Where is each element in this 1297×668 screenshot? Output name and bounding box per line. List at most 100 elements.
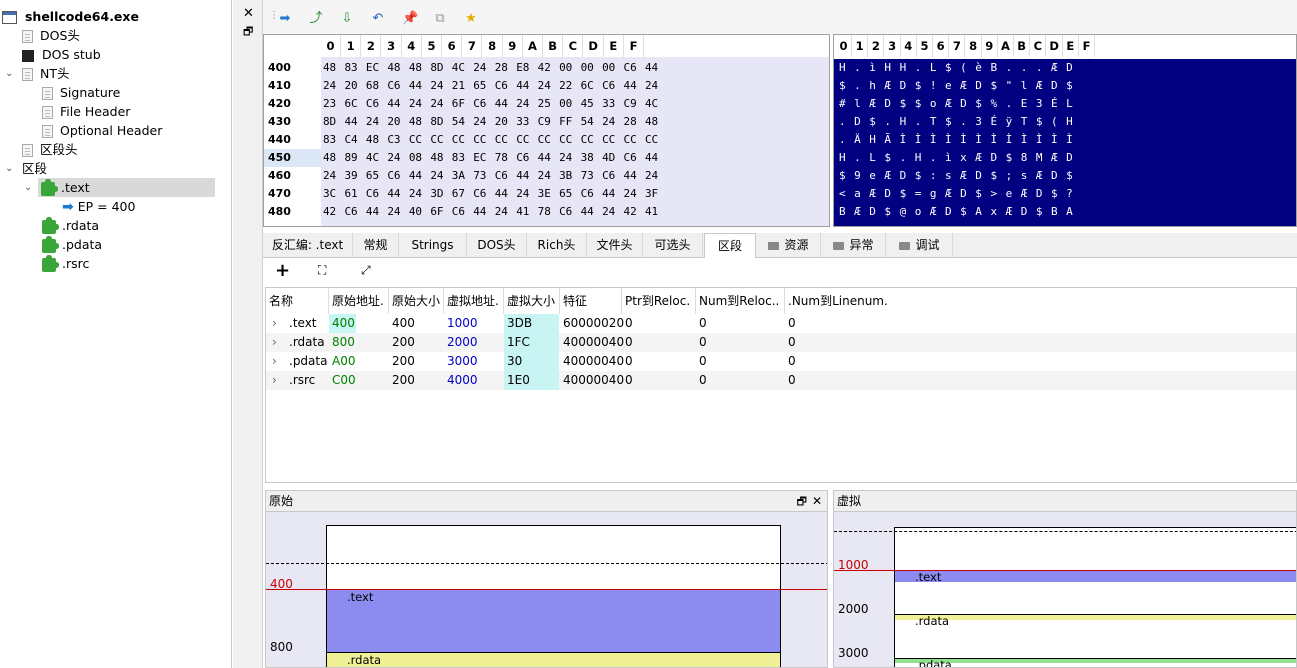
- tab-file-header[interactable]: 文件头: [587, 233, 643, 258]
- hex-address[interactable]: 480: [264, 203, 320, 221]
- tab-strings[interactable]: Strings: [399, 233, 467, 258]
- tab-label: 异常: [849, 238, 874, 252]
- chevron-right-icon[interactable]: ›: [269, 371, 277, 390]
- table-row[interactable]: › .rdata 800 200 2000 1FC 40000040 0 0 0: [266, 333, 1296, 352]
- tab-general[interactable]: 常规: [353, 233, 399, 258]
- hex-address[interactable]: 440: [264, 131, 320, 149]
- hex-address[interactable]: 450: [264, 149, 320, 167]
- copy-icon[interactable]: ⧉: [433, 12, 447, 26]
- tab-sections[interactable]: 区段: [704, 233, 756, 259]
- chevron-down-icon[interactable]: ⌄: [5, 68, 13, 79]
- col-header-raw-address[interactable]: 原始地址.: [329, 288, 389, 314]
- col-header-ptr-reloc[interactable]: Ptr到Reloc.: [622, 288, 696, 314]
- tree-structure-icon[interactable]: ⛶: [318, 263, 326, 278]
- ascii-text[interactable]: $ 9 e Æ D $ : s Æ D $ ; s Æ D $: [839, 167, 1073, 185]
- ascii-text[interactable]: . D $ . H . T $ . 3 É ÿ T $ ( H: [839, 113, 1073, 131]
- col-header-characteristics[interactable]: 特征: [560, 288, 622, 314]
- table-row[interactable]: › .text 400 400 1000 3DB 60000020 0 0 0: [266, 314, 1296, 333]
- raw-rdata-block[interactable]: [327, 652, 780, 667]
- tree-item-rsrc-section[interactable]: .rsrc: [42, 254, 89, 273]
- restore-window-icon[interactable]: 🗗: [797, 491, 807, 512]
- hex-bytes[interactable]: 48 83 EC 48 48 8D 4C 24 28 E8 42 00 00 0…: [323, 59, 658, 77]
- hex-address[interactable]: 400: [264, 59, 320, 77]
- raw-text-block[interactable]: [327, 589, 780, 652]
- tree-item-label: 区段头: [40, 142, 78, 157]
- undo-icon[interactable]: ↶: [371, 12, 385, 26]
- add-icon[interactable]: +: [275, 260, 290, 281]
- tree-item-rdata-section[interactable]: .rdata: [42, 216, 99, 235]
- ascii-column-label: 2: [868, 35, 885, 57]
- table-cell-raw-addr: 800: [332, 335, 355, 349]
- tree-item-dos-header[interactable]: DOS头: [22, 26, 80, 45]
- ascii-text[interactable]: . Ä H Ã Ì Ì Ì Ì Ì Ì Ì Ì Ì Ì Ì Ì: [839, 131, 1073, 149]
- tab-resources[interactable]: 资源: [757, 233, 821, 258]
- jump-to-icon[interactable]: ⤴: [309, 12, 323, 26]
- close-icon[interactable]: ✕: [243, 6, 254, 21]
- forward-arrow-icon[interactable]: ➡: [278, 12, 292, 26]
- col-header-name[interactable]: 名称: [266, 288, 329, 314]
- tree-item-file-header[interactable]: File Header: [42, 102, 130, 121]
- hex-address[interactable]: 470: [264, 185, 320, 203]
- chevron-right-icon[interactable]: ›: [269, 314, 277, 333]
- sections-toolbar: + ⛶ ⤢: [263, 258, 1297, 284]
- tab-optional-header[interactable]: 可选头: [643, 233, 703, 258]
- hex-bytes[interactable]: 42 C6 44 24 40 6F C6 44 24 41 78 C6 44 2…: [323, 203, 658, 221]
- tree-item-text-section[interactable]: .text: [38, 178, 215, 197]
- hex-bytes[interactable]: 8D 44 24 20 48 8D 54 24 20 33 C9 FF 54 2…: [323, 113, 658, 131]
- ascii-view[interactable]: 0123456789ABCDEF H . ì H H . L $ ( è B .…: [833, 34, 1297, 227]
- ascii-text[interactable]: B Æ D $ @ o Æ D $ A x Æ D $ B A: [839, 203, 1073, 221]
- hex-address[interactable]: 420: [264, 95, 320, 113]
- tree-item-dos-stub[interactable]: DOS stub: [22, 45, 101, 64]
- pin-icon[interactable]: 📌: [402, 12, 418, 26]
- tab-debug[interactable]: 调试: [887, 233, 953, 258]
- tree-item-sections[interactable]: 区段: [22, 159, 47, 178]
- ascii-text[interactable]: < a Æ D $ = g Æ D $ > e Æ D $ ?: [839, 185, 1073, 203]
- chevron-down-icon[interactable]: ⌄: [5, 163, 13, 174]
- tree-item-optional-header[interactable]: Optional Header: [42, 121, 162, 140]
- virtual-text-block[interactable]: [895, 570, 1296, 582]
- tree-item-section-headers[interactable]: 区段头: [22, 140, 78, 159]
- ascii-text[interactable]: H . ì H H . L $ ( è B . . . Æ D: [839, 59, 1073, 77]
- chevron-right-icon[interactable]: ›: [269, 333, 277, 352]
- tree-item-entry-point[interactable]: ➡ EP = 400: [62, 197, 135, 216]
- star-icon[interactable]: ★: [464, 12, 478, 26]
- ascii-text[interactable]: # l Æ D $ $ o Æ D $ % . E 3 É L: [839, 95, 1073, 113]
- tree-item-label: .rdata: [62, 218, 100, 233]
- tab-disassembly[interactable]: 反汇编: .text: [263, 233, 353, 258]
- tab-rich-header[interactable]: Rich头: [527, 233, 587, 258]
- hex-bytes[interactable]: 24 20 68 C6 44 24 21 65 C6 44 24 22 6C C…: [323, 77, 658, 95]
- close-icon[interactable]: ✕: [812, 491, 822, 512]
- tab-dos-header[interactable]: DOS头: [467, 233, 527, 258]
- tab-exceptions[interactable]: 异常: [822, 233, 886, 258]
- chevron-right-icon[interactable]: ›: [269, 352, 277, 371]
- hex-address[interactable]: 410: [264, 77, 320, 95]
- hex-column-label: 6: [442, 35, 463, 57]
- hex-bytes[interactable]: 24 39 65 C6 44 24 3A 73 C6 44 24 3B 73 C…: [323, 167, 658, 185]
- virtual-pane-header: 虚拟: [834, 491, 1296, 512]
- chevron-down-icon[interactable]: ⌄: [24, 182, 32, 193]
- col-header-raw-size[interactable]: 原始大小: [389, 288, 444, 314]
- hex-bytes[interactable]: 48 89 4C 24 08 48 83 EC 78 C6 44 24 38 4…: [323, 149, 658, 167]
- hex-bytes[interactable]: 23 6C C6 44 24 24 6F C6 44 24 25 00 45 3…: [323, 95, 658, 113]
- hex-address[interactable]: 460: [264, 167, 320, 185]
- hex-bytes[interactable]: 3C 61 C6 44 24 3D 67 C6 44 24 3E 65 C6 4…: [323, 185, 658, 203]
- table-row[interactable]: › .pdata A00 200 3000 30 40000040 0 0 0: [266, 352, 1296, 371]
- hex-view[interactable]: 0123456789ABCDEF 400 48 83 EC 48 48 8D 4C…: [263, 34, 830, 227]
- tree-root[interactable]: shellcode64.exe: [2, 7, 139, 26]
- tree-item-pdata-section[interactable]: .pdata: [42, 235, 102, 254]
- hex-bytes[interactable]: 83 C4 48 C3 CC CC CC CC CC CC CC CC CC C…: [323, 131, 658, 149]
- table-cell-name: .pdata: [289, 354, 328, 368]
- export-icon[interactable]: ⇩: [340, 12, 354, 26]
- expand-icon[interactable]: ⤢: [361, 263, 371, 278]
- restore-window-icon[interactable]: 🗗: [243, 23, 253, 42]
- hex-address[interactable]: 430: [264, 113, 320, 131]
- col-header-virtual-address[interactable]: 虚拟地址.: [444, 288, 504, 314]
- col-header-virtual-size[interactable]: 虚拟大小: [504, 288, 560, 314]
- ascii-text[interactable]: H . L $ . H . ì x Æ D $ 8 M Æ D: [839, 149, 1073, 167]
- table-row[interactable]: › .rsrc C00 200 4000 1E0 40000040 0 0 0: [266, 371, 1296, 390]
- tree-item-nt-header[interactable]: NT头: [22, 64, 70, 83]
- col-header-num-reloc[interactable]: Num到Reloc..: [696, 288, 785, 314]
- ascii-text[interactable]: $ . h Æ D $ ! e Æ D $ " l Æ D $: [839, 77, 1073, 95]
- tree-item-signature[interactable]: Signature: [42, 83, 120, 102]
- col-header-num-linenum[interactable]: .Num到Linenum.: [785, 288, 895, 314]
